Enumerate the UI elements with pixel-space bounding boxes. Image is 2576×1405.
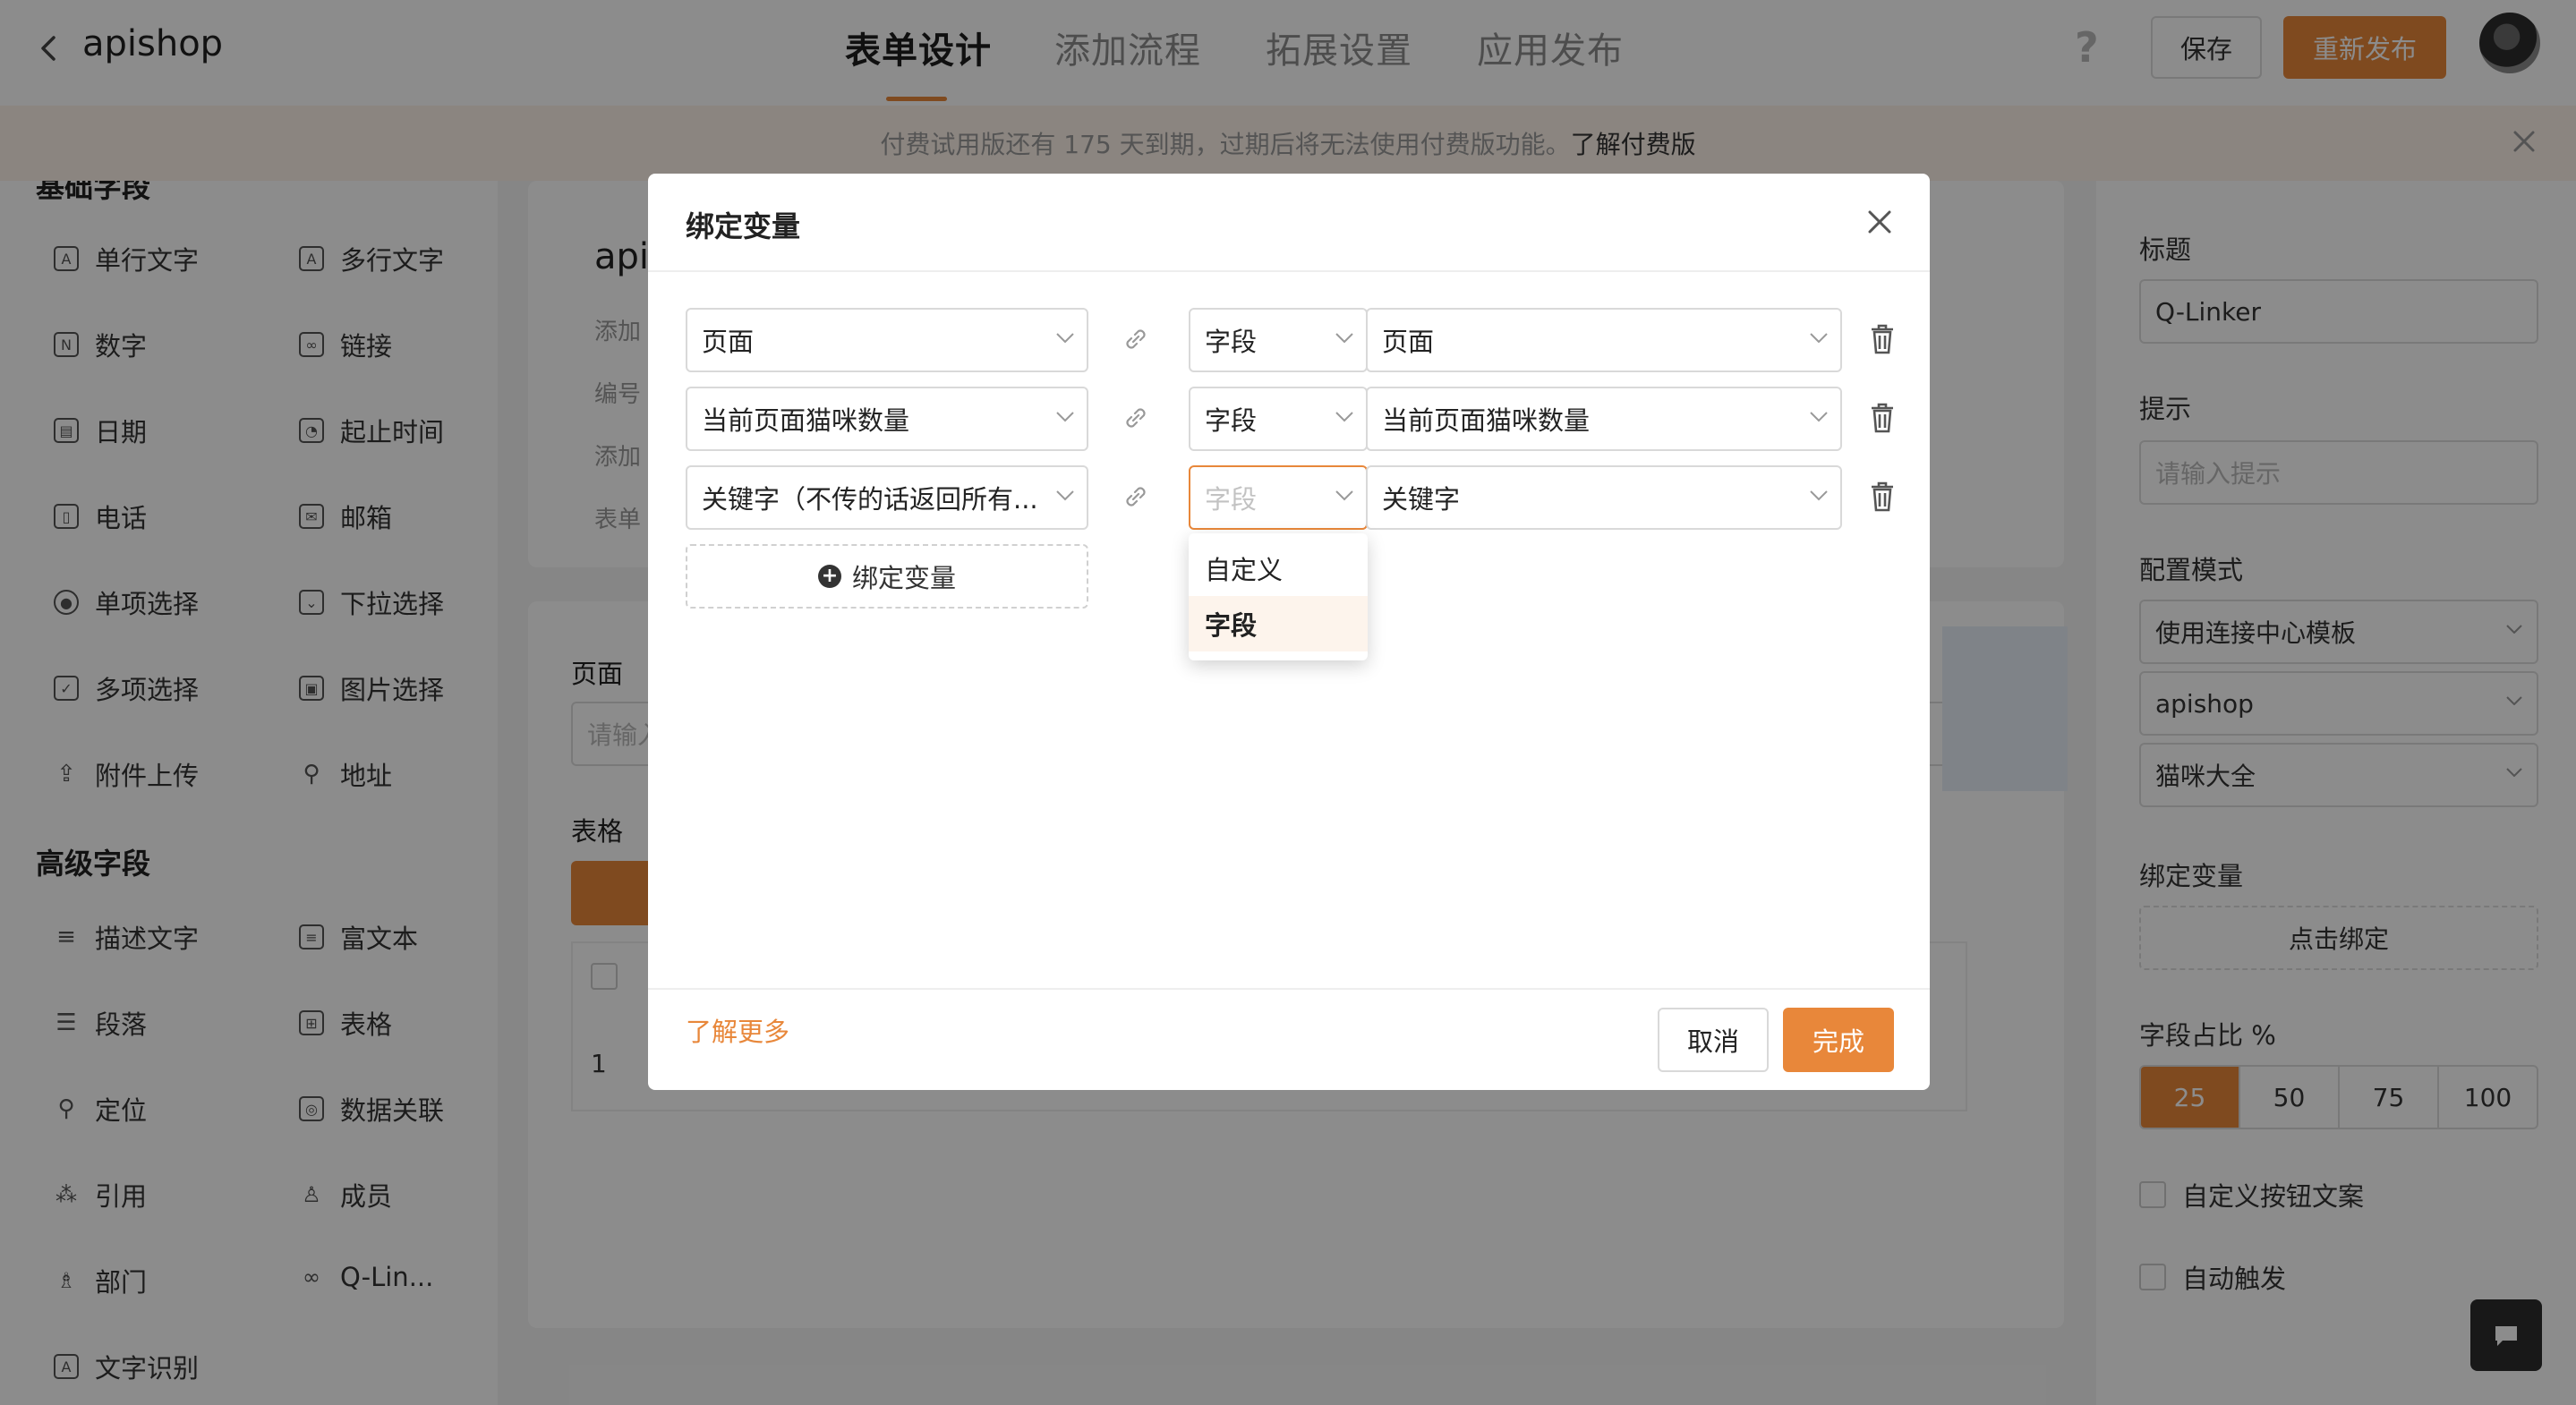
link-icon <box>1126 487 1146 507</box>
trash-icon[interactable] <box>1869 324 1896 354</box>
learn-more-link[interactable]: 了解更多 <box>686 1011 789 1049</box>
close-icon[interactable] <box>1865 208 1894 236</box>
source-type-select-active[interactable]: 字段 <box>1189 465 1368 530</box>
chevron-down-icon <box>1810 333 1828 344</box>
source-field-select[interactable]: 关键字 <box>1366 465 1842 530</box>
add-binding-button[interactable]: + 绑定变量 <box>686 544 1088 609</box>
bind-variable-dialog: 绑定变量 页面 字段 页面 当前页面猫咪数量 字段 当前页面猫咪数量 关键字（不… <box>648 174 1930 1090</box>
left-variable-select[interactable]: 当前页面猫咪数量 <box>686 387 1088 451</box>
dropdown-option-custom[interactable]: 自定义 <box>1189 541 1368 596</box>
chevron-down-icon <box>1335 412 1353 422</box>
dialog-header-divider <box>648 270 1930 272</box>
chevron-down-icon <box>1056 412 1074 422</box>
trash-icon[interactable] <box>1869 403 1896 433</box>
link-icon <box>1126 329 1146 349</box>
chevron-down-icon <box>1056 490 1074 501</box>
trash-icon[interactable] <box>1869 481 1896 512</box>
chevron-down-icon <box>1810 490 1828 501</box>
dialog-footer-divider <box>648 988 1930 990</box>
link-icon <box>1126 408 1146 428</box>
chevron-down-icon <box>1335 333 1353 344</box>
source-type-select[interactable]: 字段 <box>1189 387 1368 451</box>
source-field-select[interactable]: 当前页面猫咪数量 <box>1366 387 1842 451</box>
chevron-down-icon <box>1810 412 1828 422</box>
done-button[interactable]: 完成 <box>1783 1008 1894 1072</box>
dialog-title: 绑定变量 <box>686 209 801 243</box>
left-variable-select[interactable]: 页面 <box>686 308 1088 372</box>
plus-circle-icon: + <box>817 565 841 588</box>
source-field-select[interactable]: 页面 <box>1366 308 1842 372</box>
chevron-down-icon <box>1056 333 1074 344</box>
cancel-button[interactable]: 取消 <box>1658 1008 1769 1072</box>
dropdown-option-field[interactable]: 字段 <box>1189 596 1368 651</box>
source-type-dropdown: 自定义 字段 <box>1189 533 1368 660</box>
source-type-select[interactable]: 字段 <box>1189 308 1368 372</box>
chevron-down-icon <box>1335 490 1353 501</box>
left-variable-select[interactable]: 关键字（不传的话返回所有... <box>686 465 1088 530</box>
